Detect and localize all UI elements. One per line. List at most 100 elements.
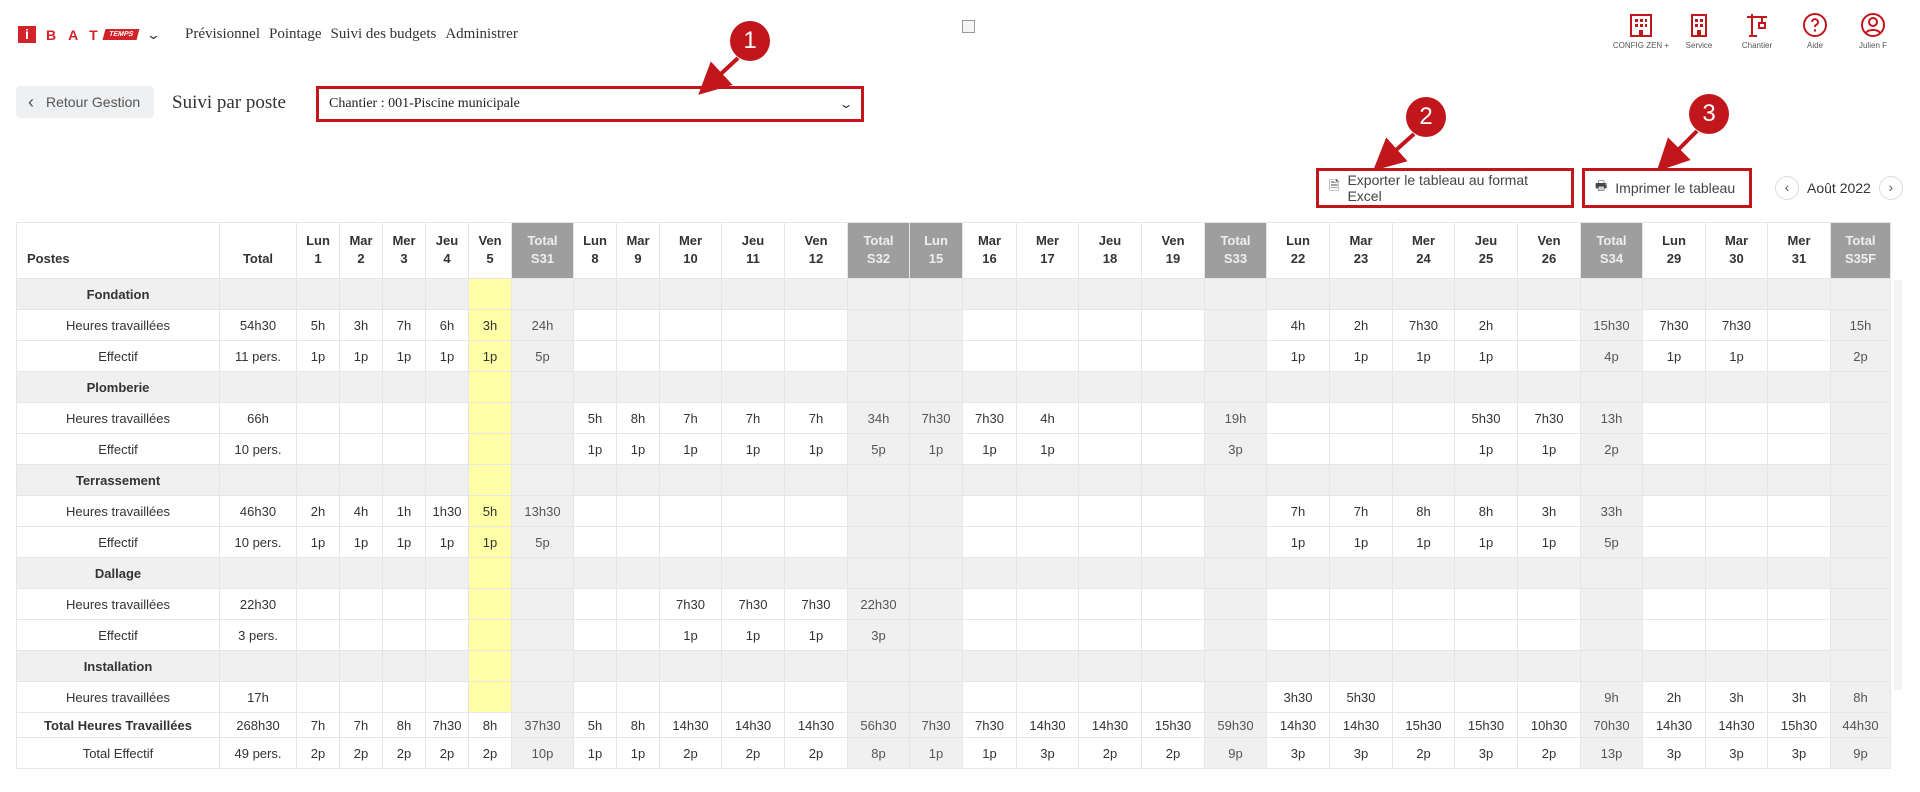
table-cell	[1329, 371, 1393, 403]
header-date: 8	[591, 251, 599, 266]
table-cell	[339, 681, 383, 713]
table-cell: 4h	[1266, 309, 1330, 341]
export-excel-button[interactable]: 🗎 Exporter le tableau au format Excel	[1316, 168, 1574, 208]
chantier-select[interactable]: Chantier : 001-Piscine municipale ⌄	[316, 86, 864, 122]
chantier-button[interactable]: Chantier	[1728, 12, 1786, 50]
table-row: Total Heures Travaillées 268h30 7h 7h 8h 7h30…	[16, 712, 1891, 738]
table-cell	[616, 309, 660, 341]
prev-month-button[interactable]: ‹	[1775, 176, 1799, 200]
table-cell	[1767, 650, 1831, 682]
table-cell: 2h	[1454, 309, 1518, 341]
header-date: S31	[530, 251, 555, 266]
table-cell: 7h	[382, 309, 426, 341]
header-day: Lun	[583, 233, 607, 248]
table-cell: 3h	[1517, 495, 1581, 527]
table-cell: 1p	[659, 433, 722, 465]
table-cell	[1329, 619, 1393, 651]
table-cell	[425, 557, 469, 589]
table-cell	[1642, 495, 1706, 527]
crane-icon	[1747, 14, 1767, 37]
table-cell	[511, 278, 574, 310]
table-cell	[616, 526, 660, 558]
table-cell	[909, 340, 963, 372]
table-scrollbar[interactable]	[1894, 280, 1902, 690]
table-cell	[1392, 588, 1455, 620]
nav-previsionnel[interactable]: Prévisionnel	[185, 26, 260, 43]
service-button[interactable]: Service	[1670, 12, 1728, 50]
table-cell	[1705, 371, 1768, 403]
table-cell: 10 pers.	[219, 433, 297, 465]
table-cell	[721, 526, 785, 558]
table-row: Effectif 11 pers. 1p 1p 1p 1p 1p 5p 1p 1p 1p 1p 4p 1p…	[16, 340, 1891, 372]
ibat-logo[interactable]: i BAT TEMPS ⌄	[18, 26, 161, 43]
table-cell	[339, 619, 383, 651]
table-cell	[1016, 495, 1079, 527]
callout-2: 2	[1406, 97, 1446, 137]
user-icon	[1861, 13, 1885, 37]
table-cell	[296, 402, 340, 434]
aide-button[interactable]: Aide	[1786, 12, 1844, 50]
column-header: Ven 19	[1141, 222, 1205, 279]
chevron-down-icon[interactable]: ⌄	[146, 27, 161, 43]
nav-pointage[interactable]: Pointage	[269, 26, 322, 43]
table-cell	[1454, 464, 1518, 496]
next-month-button[interactable]: ›	[1878, 176, 1903, 200]
table-cell	[659, 309, 722, 341]
table-cell	[1642, 371, 1706, 403]
table-cell	[468, 433, 512, 465]
table-cell: 7h30	[909, 712, 963, 738]
nav-suivi-budgets[interactable]: Suivi des budgets	[331, 26, 437, 43]
column-header: Mar 2	[339, 222, 383, 279]
table-cell	[1204, 650, 1267, 682]
table-cell	[382, 278, 426, 310]
table-cell: 22h30	[847, 588, 910, 620]
config-zen-button[interactable]: CONFIG ZEN +	[1612, 12, 1670, 50]
table-cell	[1517, 309, 1581, 341]
table-cell: 70h30	[1580, 712, 1643, 738]
table-cell	[616, 464, 660, 496]
user-label: Julien F	[1858, 41, 1887, 50]
header-date: 12	[808, 251, 824, 266]
table-cell	[1705, 619, 1768, 651]
table-cell: 2h	[1642, 681, 1706, 713]
table-cell	[1329, 557, 1393, 589]
header-date: 24	[1416, 251, 1431, 266]
column-header: Lun 8	[573, 222, 617, 279]
table-cell: 15h	[1830, 309, 1891, 341]
table-cell	[1016, 371, 1079, 403]
main-nav: Prévisionnel Pointage Suivi des budgets …	[185, 26, 518, 43]
table-cell: 2p	[382, 737, 426, 769]
back-button[interactable]: ‹ Retour Gestion	[16, 86, 155, 118]
table-cell: 8h	[616, 712, 660, 738]
nav-administrer[interactable]: Administrer	[445, 26, 518, 43]
export-label: Exporter le tableau au format Excel	[1347, 172, 1528, 204]
table-cell	[616, 557, 660, 589]
table-cell	[219, 464, 297, 496]
row-label: Effectif	[16, 619, 220, 651]
top-header: i BAT TEMPS ⌄ Prévisionnel Pointage Suiv…	[0, 0, 1920, 70]
table-cell: 7h	[784, 402, 848, 434]
column-header: Ven 12	[784, 222, 848, 279]
table-cell: 15h30	[1141, 712, 1205, 738]
table-cell	[1266, 371, 1330, 403]
table-cell	[382, 619, 426, 651]
table-cell: 1p	[468, 340, 512, 372]
table-cell	[468, 588, 512, 620]
header-day: Mer	[1787, 233, 1811, 248]
table-cell	[1830, 371, 1891, 403]
user-button[interactable]: Julien F	[1844, 12, 1902, 50]
header-date: 16	[982, 251, 997, 266]
table-cell	[1392, 278, 1455, 310]
table-cell: 1p	[784, 433, 848, 465]
column-header: Mar 16	[962, 222, 1017, 279]
table-cell: 5p	[511, 340, 574, 372]
table-cell	[1392, 557, 1455, 589]
print-button[interactable]: 🖶 Imprimer le tableau	[1582, 168, 1752, 208]
header-date: S32	[866, 251, 891, 266]
postes-table: Postes Total Lun 1 Mar 2 Mer 3 Jeu 4 Ven 5 Total S31 L…	[16, 222, 1891, 769]
row-label: Heures travaillées	[16, 402, 220, 434]
table-cell	[425, 464, 469, 496]
table-cell	[1141, 433, 1205, 465]
table-cell	[468, 650, 512, 682]
table-row: Heures travaillées 22h30 7h30 7h30 7h30 22h30	[16, 588, 1891, 620]
